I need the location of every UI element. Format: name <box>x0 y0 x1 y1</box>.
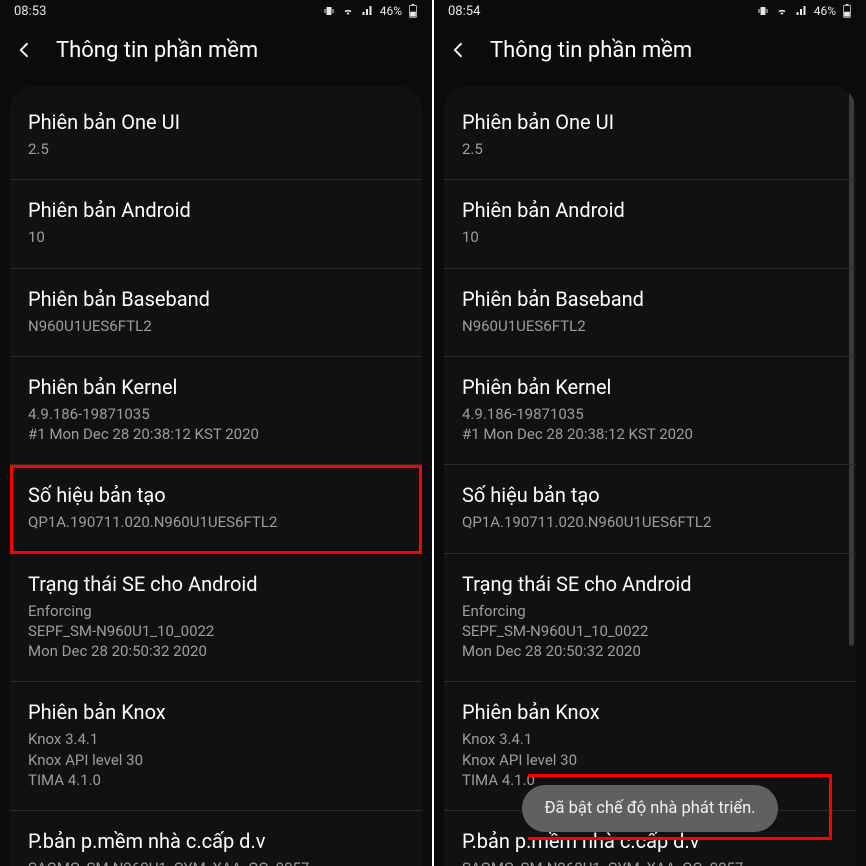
setting-title: Số hiệu bản tạo <box>28 483 404 508</box>
status-bar: 08:53 46% <box>0 0 432 22</box>
setting-se-android[interactable]: Trạng thái SE cho Android Enforcing SEPF… <box>444 554 856 683</box>
setting-value: 10 <box>28 227 404 247</box>
setting-title: Trạng thái SE cho Android <box>28 572 404 597</box>
page-title: Thông tin phần mềm <box>56 38 258 63</box>
setting-title: Phiên bản Android <box>462 198 838 223</box>
setting-value: 10 <box>462 227 838 247</box>
setting-knox[interactable]: Phiên bản Knox Knox 3.4.1 Knox API level… <box>444 682 856 811</box>
setting-item-2[interactable]: Phiên bản Baseband N960U1UES6FTL2 <box>10 269 422 357</box>
page-title: Thông tin phần mềm <box>490 38 692 63</box>
wifi-icon <box>341 5 355 17</box>
phone-right: 08:54 46% Thông tin phần mềm Phiên bản O… <box>434 0 866 866</box>
setting-item-5[interactable]: Trạng thái SE cho Android Enforcing SEPF_… <box>10 554 422 683</box>
status-time: 08:54 <box>448 4 480 19</box>
vibrate-icon <box>323 5 335 17</box>
setting-title: Phiên bản Kernel <box>462 375 838 400</box>
vibrate-icon <box>757 5 769 17</box>
battery-icon <box>408 4 418 18</box>
status-bar: 08:54 46% <box>434 0 866 22</box>
setting-service-provider[interactable]: P.bản p.mềm nhà c.cấp d.v SAOMC_SM-N960U… <box>444 811 856 866</box>
setting-build-number[interactable]: Số hiệu bản tạo QP1A.190711.020.N960U1UE… <box>444 465 856 553</box>
back-button[interactable] <box>12 37 38 63</box>
header: Thông tin phần mềm <box>0 22 432 78</box>
setting-value: N960U1UES6FTL2 <box>462 316 838 336</box>
setting-item-7[interactable]: P.bản p.mềm nhà c.cấp d.v SAOMC_SM-N960U1… <box>10 811 422 866</box>
setting-value: 4.9.186-19871035 #1 Mon Dec 28 20:38:12 … <box>462 404 838 445</box>
setting-item-1[interactable]: Phiên bản Android 10 <box>10 180 422 268</box>
setting-title: Phiên bản Baseband <box>28 287 404 312</box>
status-battery-pct: 46% <box>814 4 836 18</box>
header: Thông tin phần mềm <box>434 22 866 78</box>
setting-value: SAOMC_SM-N960U1_OYM_XAA_QQ_0057 25e1cccc… <box>462 858 838 866</box>
setting-item-3[interactable]: Phiên bản Kernel 4.9.186-19871035 #1 Mon … <box>10 357 422 466</box>
setting-item-4[interactable]: Số hiệu bản tạo QP1A.190711.020.N960U1UES… <box>10 465 422 553</box>
battery-icon <box>842 4 852 18</box>
setting-value: 2.5 <box>462 139 838 159</box>
setting-title: Phiên bản Baseband <box>462 287 838 312</box>
setting-value: N960U1UES6FTL2 <box>28 316 404 336</box>
setting-value: Enforcing SEPF_SM-N960U1_10_0022 Mon Dec… <box>462 601 838 662</box>
setting-title: Phiên bản One UI <box>462 110 838 135</box>
setting-title: P.bản p.mềm nhà c.cấp d.v <box>28 829 404 854</box>
setting-android[interactable]: Phiên bản Android 10 <box>444 180 856 268</box>
setting-title: Phiên bản Android <box>28 198 404 223</box>
settings-panel: Phiên bản One UI2.5Phiên bản Android10Ph… <box>10 86 422 866</box>
setting-value: SAOMC_SM-N960U1_OYM_XAA_QQ_0057 25e1cccc… <box>28 858 404 866</box>
setting-title: Số hiệu bản tạo <box>462 483 838 508</box>
setting-value: 4.9.186-19871035 #1 Mon Dec 28 20:38:12 … <box>28 404 404 445</box>
setting-title: Trạng thái SE cho Android <box>462 572 838 597</box>
setting-kernel[interactable]: Phiên bản Kernel 4.9.186-19871035 #1 Mon… <box>444 357 856 466</box>
setting-item-6[interactable]: Phiên bản Knox Knox 3.4.1 Knox API level … <box>10 682 422 811</box>
setting-title: P.bản p.mềm nhà c.cấp d.v <box>462 829 838 854</box>
setting-value: QP1A.190711.020.N960U1UES6FTL2 <box>462 512 838 532</box>
setting-value: 2.5 <box>28 139 404 159</box>
back-button[interactable] <box>446 37 472 63</box>
setting-title: Phiên bản Kernel <box>28 375 404 400</box>
setting-one-ui[interactable]: Phiên bản One UI 2.5 <box>444 92 856 180</box>
setting-value: QP1A.190711.020.N960U1UES6FTL2 <box>28 512 404 532</box>
setting-item-0[interactable]: Phiên bản One UI 2.5 <box>10 92 422 180</box>
signal-icon <box>795 5 808 17</box>
setting-title: Phiên bản Knox <box>28 700 404 725</box>
status-time: 08:53 <box>14 4 46 19</box>
setting-title: Phiên bản One UI <box>28 110 404 135</box>
status-battery-pct: 46% <box>380 4 402 18</box>
signal-icon <box>361 5 374 17</box>
setting-title: Phiên bản Knox <box>462 700 838 725</box>
setting-value: Enforcing SEPF_SM-N960U1_10_0022 Mon Dec… <box>28 601 404 662</box>
settings-panel: Phiên bản One UI 2.5 Phiên bản Android 1… <box>444 86 856 866</box>
setting-baseband[interactable]: Phiên bản Baseband N960U1UES6FTL2 <box>444 269 856 357</box>
wifi-icon <box>775 5 789 17</box>
phone-left: 08:53 46% Thông tin phần mềm Phiên bản O… <box>0 0 432 866</box>
setting-value: Knox 3.4.1 Knox API level 30 TIMA 4.1.0 <box>462 729 838 790</box>
setting-value: Knox 3.4.1 Knox API level 30 TIMA 4.1.0 <box>28 729 404 790</box>
